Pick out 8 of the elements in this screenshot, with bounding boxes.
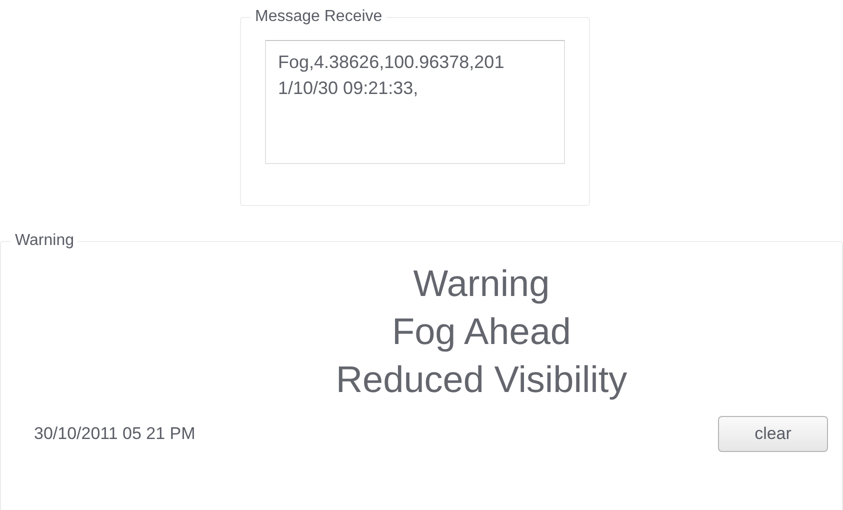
group-title: Message Receive [254, 8, 384, 26]
message-field[interactable]: Fog,4.38626,100.96378,201 1/10/30 09:21:33, [265, 40, 565, 164]
warning-text: Fog Ahead [392, 310, 571, 354]
group-title: Warning [14, 232, 75, 250]
warning-text: Reduced Visibility [336, 358, 628, 402]
timestamp: 30/10/2011 05 21 PM [34, 424, 196, 444]
warning-text: Warning [413, 262, 550, 306]
clear-button[interactable]: clear [718, 416, 828, 452]
